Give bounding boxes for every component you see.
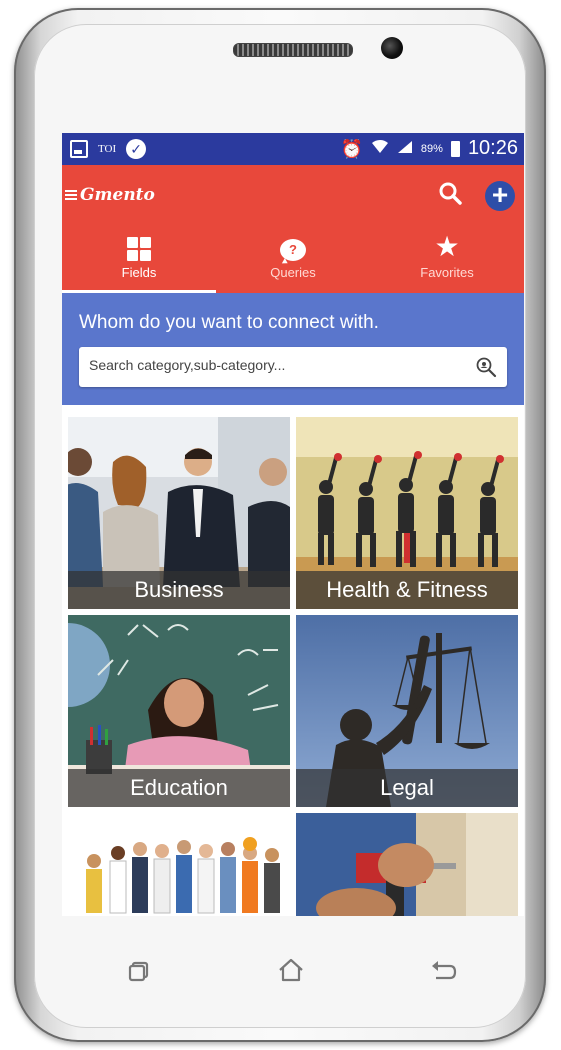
recent-apps-icon <box>128 961 149 982</box>
front-camera <box>381 37 403 59</box>
tab-fields-label: Fields <box>121 265 157 280</box>
category-label: Legal <box>296 769 518 807</box>
category-card-education[interactable]: Education <box>68 615 290 807</box>
recent-apps-button[interactable] <box>124 955 154 985</box>
battery-icon <box>450 140 460 157</box>
plus-icon: + <box>491 179 509 210</box>
category-card-health-fitness[interactable]: Health & Fitness <box>296 417 518 609</box>
speaker-grille <box>233 43 353 57</box>
app-bar: Gmento + Fields ? Queries ★ Favorites <box>62 165 524 293</box>
search-icon <box>439 182 462 205</box>
check-notification-icon: ✓ <box>126 139 147 159</box>
search-button[interactable] <box>436 179 466 209</box>
connect-banner: Whom do you want to connect with. <box>62 293 524 405</box>
toi-notification-label: TOI <box>98 143 117 155</box>
repairs-image <box>296 813 518 916</box>
tab-queries[interactable]: ? Queries <box>216 229 370 293</box>
tab-favorites[interactable]: ★ Favorites <box>370 229 524 293</box>
tab-queries-label: Queries <box>270 265 316 280</box>
tab-fields[interactable]: Fields <box>62 229 216 293</box>
question-bubble-icon: ? <box>280 239 306 261</box>
professions-image <box>68 813 290 916</box>
status-bar: TOI ✓ ⏰ 89% 10:26 <box>62 133 524 165</box>
category-search-input[interactable] <box>89 357 459 373</box>
home-icon <box>279 958 303 982</box>
gallery-notification-icon <box>70 140 88 158</box>
category-card-legal[interactable]: Legal <box>296 615 518 807</box>
add-button[interactable]: + <box>485 181 515 211</box>
category-search-box[interactable] <box>79 347 507 387</box>
system-nav-bar <box>118 955 468 985</box>
star-icon: ★ <box>434 231 460 262</box>
category-label: Health & Fitness <box>296 571 518 609</box>
tab-favorites-label: Favorites <box>420 265 474 280</box>
clock-time: 10:26 <box>467 137 518 159</box>
banner-title: Whom do you want to connect with. <box>79 312 379 333</box>
tab-bar: Fields ? Queries ★ Favorites <box>62 229 524 293</box>
app-logo: Gmento <box>80 185 155 205</box>
phone-screen: TOI ✓ ⏰ 89% 10:26 Gmento + Fields ? Quer… <box>62 133 524 916</box>
grid-icon <box>127 237 151 261</box>
category-card-repairs[interactable] <box>296 813 518 916</box>
category-card-business[interactable]: Business <box>68 417 290 609</box>
back-button[interactable] <box>428 955 458 985</box>
category-card-professions[interactable] <box>68 813 290 916</box>
alarm-icon: ⏰ <box>340 138 363 159</box>
back-icon <box>432 961 457 980</box>
wifi-icon <box>371 138 389 159</box>
hamburger-menu-icon[interactable] <box>65 190 77 200</box>
signal-icon <box>397 140 413 157</box>
home-button[interactable] <box>276 955 306 985</box>
category-label: Business <box>68 571 290 609</box>
search-magnifier-icon[interactable] <box>475 356 497 378</box>
battery-percentage: 89% <box>420 142 443 155</box>
category-label: Education <box>68 769 290 807</box>
